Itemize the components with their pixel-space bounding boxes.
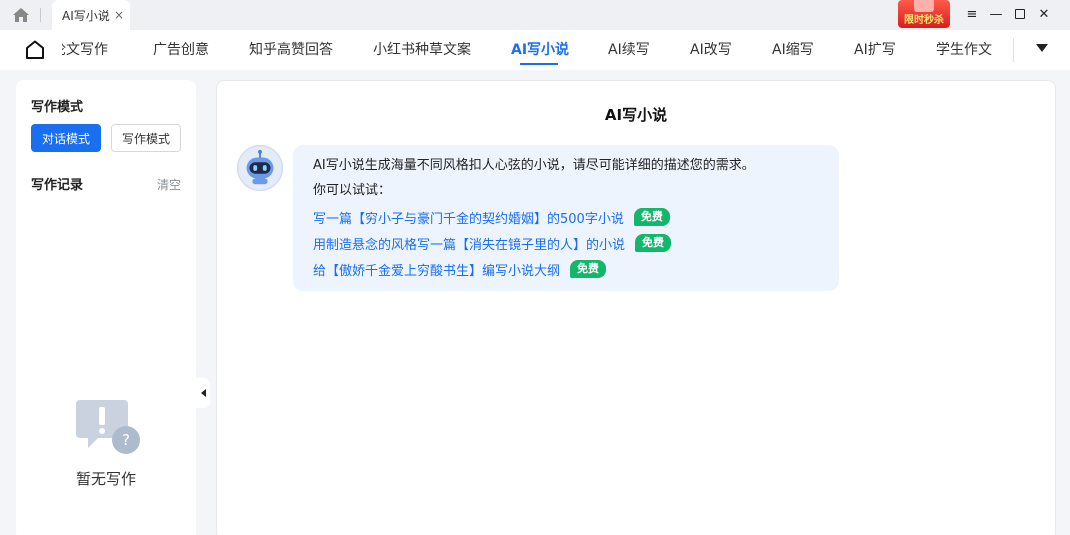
menu-icon[interactable]: ≡ <box>962 4 982 24</box>
collapse-sidebar-handle[interactable] <box>196 378 210 408</box>
home-icon[interactable] <box>12 7 30 23</box>
document-tab[interactable]: AI写小说 × <box>52 0 130 30</box>
home-nav-icon[interactable] <box>24 39 46 61</box>
try-label: 你可以试试： <box>313 183 392 198</box>
close-icon[interactable]: ✕ <box>1034 4 1054 24</box>
writing-mode-title: 写作模式 <box>31 100 84 115</box>
minimize-icon[interactable]: — <box>986 4 1006 24</box>
nav-item-paper-writing[interactable]: 论文写作 <box>62 30 108 70</box>
suggestion-text: 用制造悬念的风格写一篇【消失在镜子里的人】的小说 <box>313 238 626 253</box>
svg-text:?: ? <box>122 431 130 449</box>
robot-avatar-icon <box>237 145 283 191</box>
assistant-message-bubble: AI写小说生成海量不同风格扣人心弦的小说，请尽可能详细的描述您的需求。 你可以试… <box>293 145 839 291</box>
suggestion-text: 给【傲娇千金爱上穷酸书生】编写小说大纲 <box>313 264 561 279</box>
collapse-arrow-icon <box>200 389 206 397</box>
active-tab-indicator <box>520 63 558 65</box>
title-divider <box>40 8 41 22</box>
nav-item-zhihu-answer[interactable]: 知乎高赞回答 <box>249 30 333 70</box>
document-tab-title: AI写小说 <box>62 8 110 23</box>
maximize-icon[interactable] <box>1010 4 1030 24</box>
free-badge: 免费 <box>570 260 607 278</box>
nav-item-ad-ideas[interactable]: 广告创意 <box>153 30 209 70</box>
nav-item-ai-expand[interactable]: AI扩写 <box>854 30 896 70</box>
empty-state-icon: ? <box>76 400 140 454</box>
suggestion-item[interactable]: 给【傲娇千金爱上穷酸书生】编写小说大纲 免费 <box>313 259 839 285</box>
nav-item-xiaohongshu[interactable]: 小红书种草文案 <box>373 30 471 70</box>
page-title: AI写小说 <box>604 106 668 124</box>
more-dropdown-icon[interactable] <box>1036 44 1048 52</box>
nav-item-ai-rewrite[interactable]: AI改写 <box>690 30 732 70</box>
writing-mode-button[interactable]: 写作模式 <box>111 124 181 152</box>
title-bar: AI写小说 × 限时秒杀 ≡ — ✕ <box>0 0 1070 30</box>
writing-sidebar: 写作模式 对话模式 写作模式 写作记录 清空 ? 暂无写作 <box>16 80 196 535</box>
promo-label: 限时秒杀 <box>904 15 944 26</box>
clear-history-button[interactable]: 清空 <box>157 176 181 193</box>
tab-close-icon[interactable]: × <box>114 8 124 22</box>
nav-item-student-essay[interactable]: 学生作文 <box>936 30 992 70</box>
free-badge: 免费 <box>633 208 670 226</box>
suggestion-text: 写一篇【穷小子与豪门千金的契约婚姻】的500字小说 <box>313 212 624 227</box>
nav-item-ai-continue[interactable]: AI续写 <box>608 30 650 70</box>
nav-item-ai-shorten[interactable]: AI缩写 <box>772 30 814 70</box>
empty-state-text: 暂无写作 <box>75 470 136 488</box>
chat-panel: AI写小说 AI写小说生成海量不同风格扣人心弦的小说，请尽可能详细的描述您的需求… <box>216 80 1056 535</box>
dialog-mode-button[interactable]: 对话模式 <box>31 124 101 152</box>
writing-history-title: 写作记录 <box>31 178 84 193</box>
promo-banner[interactable]: 限时秒杀 <box>898 0 950 28</box>
free-badge: 免费 <box>635 234 672 252</box>
nav-divider <box>1013 38 1014 62</box>
intro-text: AI写小说生成海量不同风格扣人心弦的小说，请尽可能详细的描述您的需求。 <box>313 158 755 173</box>
feature-nav: 论文写作 广告创意 知乎高赞回答 小红书种草文案 AI写小说 AI续写 AI改写… <box>0 30 1070 70</box>
suggestion-item[interactable]: 用制造悬念的风格写一篇【消失在镜子里的人】的小说 免费 <box>313 233 839 259</box>
suggestion-item[interactable]: 写一篇【穷小子与豪门千金的契约婚姻】的500字小说 免费 <box>313 207 839 233</box>
